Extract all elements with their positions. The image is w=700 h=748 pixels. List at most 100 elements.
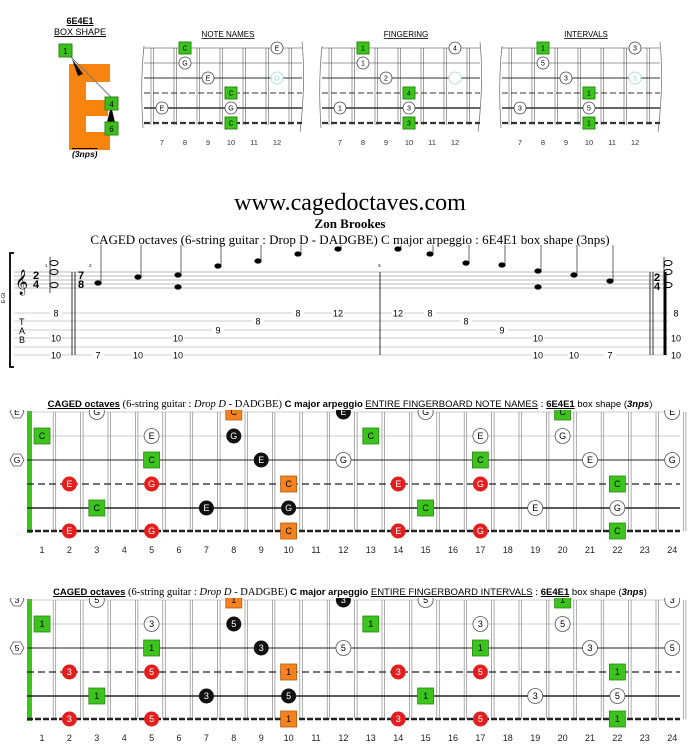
svg-text:3: 3 [149,619,154,629]
measure-number: 1 [45,263,48,268]
note-marker: G [270,71,284,85]
note-head [254,258,262,264]
note-marker-fret-17-string-4: 5 [472,664,488,680]
fret-number: 22 [612,545,622,555]
note-head [426,251,434,257]
note-marker-fret-24-string-3: G [664,452,681,468]
title-part: : [532,587,541,598]
note-marker-fret-8-string-1: C [225,410,243,421]
note-marker-fret-24-string-3: 5 [664,640,681,656]
fret-number: 18 [503,545,513,555]
fret-number: 16 [448,733,458,743]
svg-text:4: 4 [453,46,457,53]
note-marker-fret-14-string-4: E [390,476,406,492]
fret-number: 11 [311,545,320,555]
note-head [174,272,182,278]
svg-text:E: E [477,431,483,441]
note-marker-fret-1-string-2: C [33,427,51,445]
measure-number: 3 [378,263,381,268]
svg-text:C: C [228,91,233,98]
note-marker-fret-15-string-1: G [417,410,434,420]
time-sig-bottom: 8 [78,279,84,291]
mini-fret-number: 12 [451,138,459,147]
note-marker-fret-13-string-2: 1 [362,615,380,633]
fret-number: 2 [67,545,72,555]
mini-fret-number: 10 [405,138,413,147]
fret-number: 4 [122,545,127,555]
open-string-marker: 5 [9,641,25,655]
mini-diagram-title: NOTE NAMES [202,30,255,39]
mini-fret-number: 9 [206,138,210,147]
tab-fret-number: 12 [333,309,343,319]
svg-text:1: 1 [338,106,342,113]
svg-text:5: 5 [633,76,637,83]
note-marker-fret-5-string-6: 5 [144,711,160,727]
svg-text:G: G [228,106,233,113]
fingerboard-note-names: 1 2 3 4 5 6 7 8 9 10 11 12 13 14 15 16 17 18 19 20 21 22 23 24E… [9,410,687,555]
svg-text:E: E [66,526,72,536]
note-marker-fret-15-string-1: 5 [417,598,434,608]
fret-number: 15 [421,733,431,743]
svg-text:5: 5 [587,106,591,113]
svg-text:1: 1 [286,667,291,677]
note-marker-fret-17-string-3: C [471,451,489,469]
tab-fret-number: 10 [671,334,681,344]
note-marker: 3 [402,101,416,115]
mini-fret-number: 7 [160,138,164,147]
svg-text:1: 1 [149,643,154,653]
svg-text:1: 1 [94,691,99,701]
title-part: Drop D [199,587,232,598]
note-marker-fret-2-string-4: 3 [61,664,77,680]
tab-fret-number: 12 [393,309,403,319]
open-string-marker: G [9,453,25,467]
svg-text:E: E [203,503,209,513]
svg-text:5: 5 [149,714,154,724]
note-marker-fret-5-string-2: 3 [143,616,160,632]
note-marker-fret-8-string-1: 1 [225,598,243,609]
note-marker-fret-10-string-6: C [280,522,298,540]
fret-number: 9 [259,733,264,743]
note-marker: 3 [559,71,573,85]
note-marker-fret-17-string-3: 1 [471,639,489,657]
fret-number: 18 [503,733,513,743]
tab-fret-number: 8 [255,317,260,327]
fret-number: 8 [231,733,236,743]
tab-fret-number: 10 [569,351,579,361]
note-marker-fret-22-string-6: 1 [609,710,626,728]
fret-number: 12 [338,545,348,555]
svg-text:5: 5 [478,667,483,677]
note-marker-fret-9-string-3: E [253,452,269,468]
fret-number: 7 [204,733,209,743]
note-marker-fret-22-string-5: 5 [609,688,626,704]
svg-text:G: G [93,410,100,417]
note-marker-fret-8-string-2: G [226,428,242,444]
svg-text:3: 3 [407,121,411,128]
fret-number: 13 [366,545,376,555]
note-marker: 1 [333,101,347,115]
open-string-marker: E [9,410,25,419]
note-marker-fret-8-string-2: 5 [226,616,242,632]
svg-text:G: G [614,503,621,513]
note-marker [448,71,462,85]
note-head [570,272,578,278]
measure-number: 2 [89,263,92,268]
title-part: 3nps [621,587,644,598]
mini-fret-number: 10 [585,138,593,147]
note-marker-fret-17-string-6: G [472,523,488,539]
svg-text:5: 5 [149,667,154,677]
mini-fret-number: 11 [250,138,258,147]
note-marker-fret-5-string-3: C [143,451,161,469]
svg-text:1: 1 [560,598,565,605]
fret-number: 1 [39,733,44,743]
note-marker-fret-5-string-4: 5 [144,664,160,680]
title-part: C major arpeggio [290,587,369,598]
svg-text:3: 3 [478,619,483,629]
svg-text:3: 3 [533,691,538,701]
svg-text:5: 5 [423,598,428,605]
svg-text:1: 1 [615,667,620,677]
open-string-marker: 3 [9,598,25,607]
svg-text:1: 1 [615,714,620,724]
note-marker-fret-12-string-1: E [335,410,351,420]
svg-text:6: 6 [109,125,114,134]
svg-text:G: G [559,431,566,441]
